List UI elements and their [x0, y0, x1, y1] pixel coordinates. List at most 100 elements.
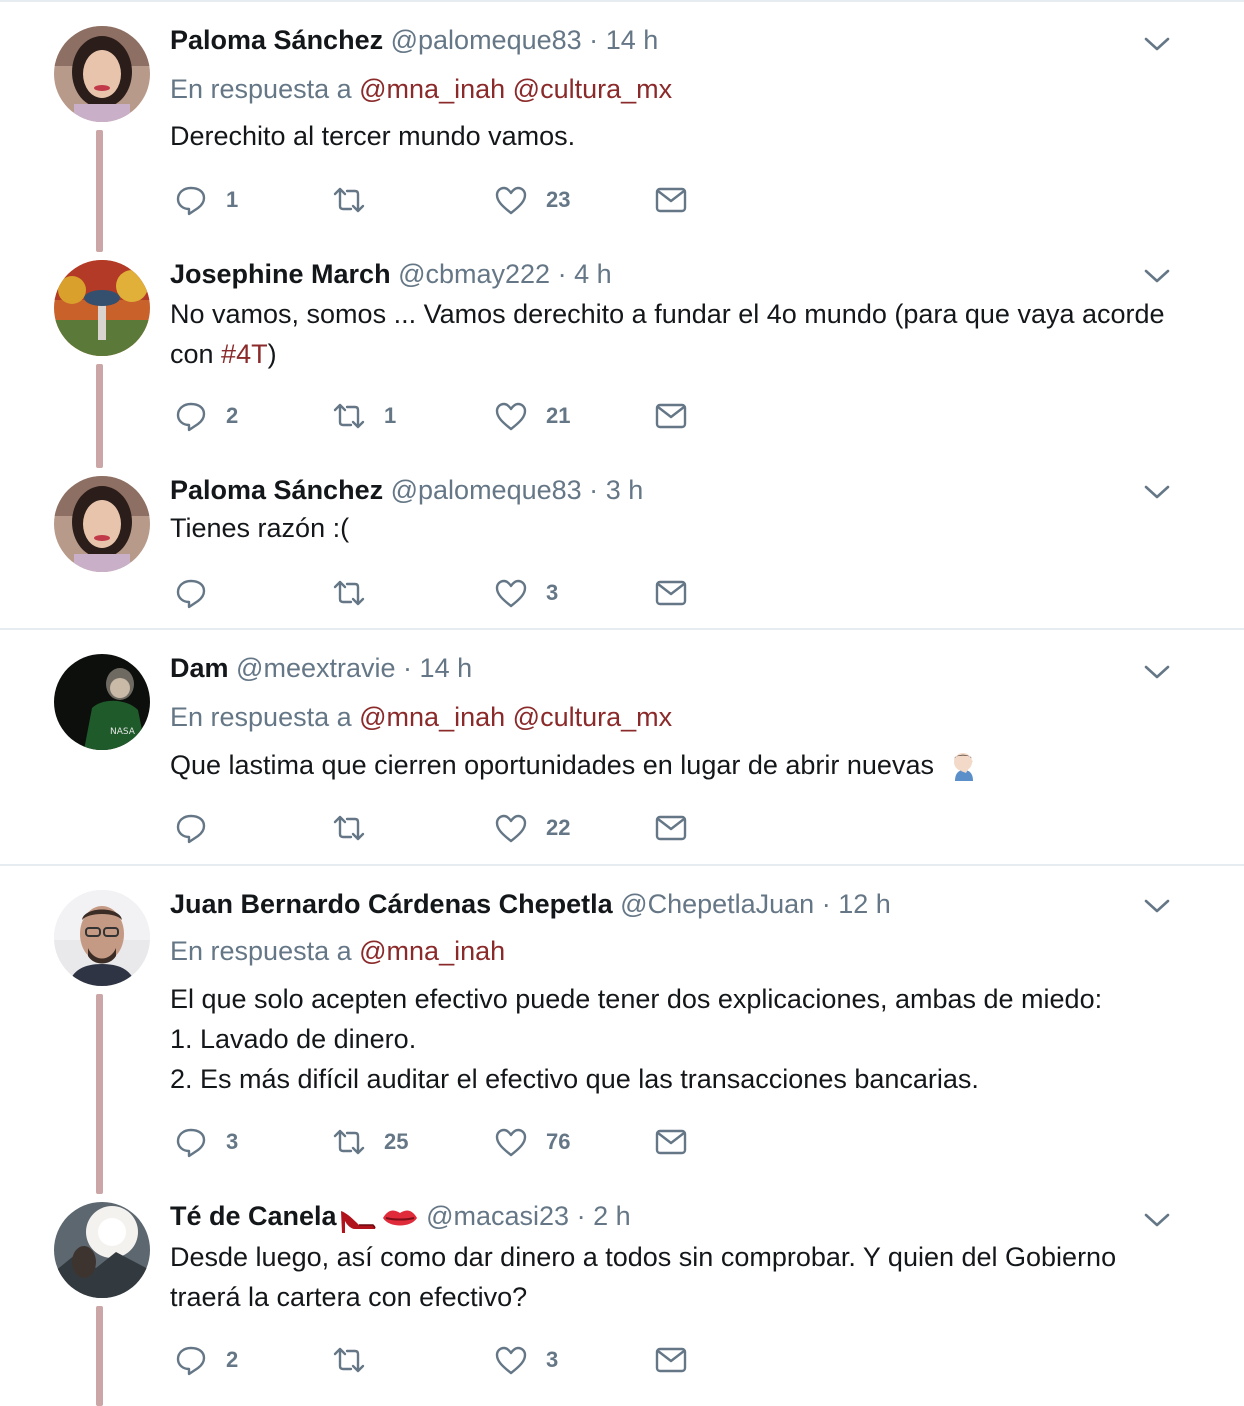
- avatar[interactable]: [54, 260, 150, 356]
- mention-link[interactable]: @cultura_mx: [513, 74, 672, 104]
- like-count: 23: [546, 187, 571, 212]
- hashtag-link[interactable]: #4T: [221, 339, 268, 369]
- heart-icon: [495, 814, 527, 843]
- reply-prefix: En respuesta a: [170, 74, 352, 104]
- tweet-text: No vamos, somos ... Vamos derechito a fu…: [170, 294, 1180, 374]
- author-handle[interactable]: @palomeque83: [391, 25, 582, 55]
- timestamp[interactable]: 14 h: [606, 25, 659, 55]
- chevron-down-icon[interactable]: [1143, 662, 1171, 682]
- reply-timeline: Paloma Sánchez @palomeque83 · 14 h En re…: [0, 0, 1244, 1406]
- facepalm-emoji: [954, 752, 974, 781]
- retweet-button[interactable]: 25: [332, 1122, 408, 1162]
- like-button[interactable]: 23: [494, 180, 570, 220]
- reply-icon: [176, 579, 206, 609]
- direct-message-button[interactable]: [654, 1122, 688, 1162]
- envelope-icon: [655, 815, 687, 841]
- envelope-icon: [655, 1347, 687, 1373]
- reply-prefix: En respuesta a: [170, 702, 352, 732]
- author-name[interactable]: Josephine March: [170, 259, 391, 289]
- reply-button[interactable]: 3: [174, 1122, 238, 1162]
- reply-button[interactable]: 2: [174, 1340, 238, 1380]
- tweet-text: Tienes razón :(: [170, 513, 350, 543]
- author-name[interactable]: Té de Canela: [170, 1201, 337, 1231]
- mention-link[interactable]: @cultura_mx: [513, 702, 672, 732]
- separator-dot: ·: [403, 653, 413, 683]
- like-count: 76: [546, 1129, 571, 1154]
- svg-text:NASA: NASA: [110, 727, 136, 737]
- like-count: 3: [546, 1347, 559, 1372]
- divider: [0, 0, 1244, 2]
- reply-count: 3: [226, 1129, 239, 1154]
- timestamp[interactable]: 3 h: [606, 475, 644, 505]
- tweet-text-line: El que solo acepten efectivo puede tener…: [170, 984, 1103, 1014]
- tweet-text-part: ): [267, 339, 277, 369]
- retweet-button[interactable]: [332, 573, 384, 613]
- retweet-icon: [333, 1129, 365, 1155]
- like-button[interactable]: 3: [494, 573, 558, 613]
- reply-icon: [176, 1346, 206, 1376]
- author-name[interactable]: Juan Bernardo Cárdenas Chepetla: [170, 889, 613, 919]
- envelope-icon: [655, 187, 687, 213]
- author-handle[interactable]: @ChepetlaJuan: [620, 889, 814, 919]
- avatar[interactable]: [54, 890, 150, 986]
- author-handle[interactable]: @palomeque83: [391, 475, 582, 505]
- reply-icon: [176, 814, 206, 844]
- direct-message-button[interactable]: [654, 573, 688, 613]
- mention-link[interactable]: @mna_inah: [359, 936, 505, 966]
- direct-message-button[interactable]: [654, 808, 688, 848]
- avatar[interactable]: [54, 1202, 150, 1298]
- chevron-down-icon[interactable]: [1143, 266, 1171, 286]
- direct-message-button[interactable]: [654, 1340, 688, 1380]
- separator-dot: ·: [557, 259, 567, 289]
- chevron-down-icon[interactable]: [1143, 896, 1171, 916]
- timestamp[interactable]: 14 h: [420, 653, 473, 683]
- timestamp[interactable]: 4 h: [574, 259, 612, 289]
- thread-line: [96, 364, 103, 468]
- reply-button[interactable]: [174, 573, 226, 613]
- like-button[interactable]: 21: [494, 396, 570, 436]
- reply-count: 2: [226, 403, 239, 428]
- divider: [0, 628, 1244, 630]
- mention-link[interactable]: @mna_inah: [359, 74, 505, 104]
- reply-context: En respuesta a @mna_inah @cultura_mx: [170, 73, 672, 105]
- retweet-icon: [333, 1347, 365, 1373]
- like-button[interactable]: 22: [494, 808, 570, 848]
- mention-link[interactable]: @mna_inah: [359, 702, 505, 732]
- high-heel-emoji: [340, 1210, 376, 1233]
- like-count: 3: [546, 580, 559, 605]
- retweet-count: 1: [384, 403, 397, 428]
- like-button[interactable]: 3: [494, 1340, 558, 1380]
- heart-icon: [495, 1128, 527, 1157]
- retweet-button[interactable]: [332, 1340, 384, 1380]
- retweet-button[interactable]: [332, 180, 384, 220]
- tweet-text: Derechito al tercer mundo vamos.: [170, 121, 576, 151]
- reply-button[interactable]: 1: [174, 180, 238, 220]
- thread-line: [96, 994, 103, 1194]
- author-name[interactable]: Dam: [170, 653, 229, 683]
- avatar[interactable]: NASA: [54, 654, 150, 750]
- author-handle[interactable]: @meextravie: [236, 653, 395, 683]
- retweet-button[interactable]: 1: [332, 396, 396, 436]
- author-name[interactable]: Paloma Sánchez: [170, 475, 383, 505]
- chevron-down-icon[interactable]: [1143, 1210, 1171, 1230]
- reply-icon: [176, 402, 206, 432]
- timestamp[interactable]: 12 h: [838, 889, 891, 919]
- retweet-icon: [333, 580, 365, 606]
- envelope-icon: [655, 580, 687, 606]
- reply-button[interactable]: [174, 808, 226, 848]
- chevron-down-icon[interactable]: [1143, 482, 1171, 502]
- like-button[interactable]: 76: [494, 1122, 570, 1162]
- retweet-button[interactable]: [332, 808, 384, 848]
- author-handle[interactable]: @cbmay222: [398, 259, 550, 289]
- direct-message-button[interactable]: [654, 396, 688, 436]
- reply-button[interactable]: 2: [174, 396, 238, 436]
- thread-line: [96, 130, 103, 252]
- timestamp[interactable]: 2 h: [593, 1201, 631, 1231]
- direct-message-button[interactable]: [654, 180, 688, 220]
- author-handle[interactable]: @macasi23: [426, 1201, 569, 1231]
- avatar[interactable]: [54, 26, 150, 122]
- chevron-down-icon[interactable]: [1143, 34, 1171, 54]
- avatar[interactable]: [54, 476, 150, 572]
- reply-icon: [176, 1128, 206, 1158]
- author-name[interactable]: Paloma Sánchez: [170, 25, 383, 55]
